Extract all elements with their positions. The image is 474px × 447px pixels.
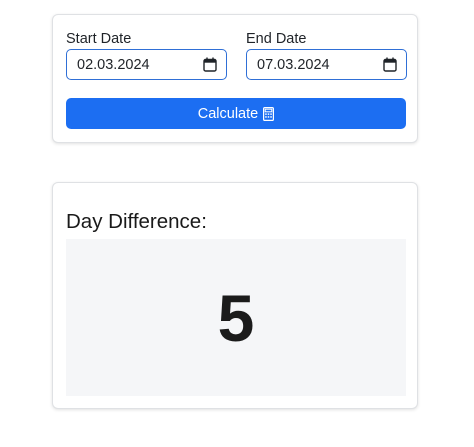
result-title: Day Difference: bbox=[66, 210, 207, 233]
day-difference-value: 5 bbox=[217, 280, 255, 355]
start-date-label: Start Date bbox=[66, 31, 132, 47]
end-date-input[interactable]: 07.03.2024 bbox=[246, 49, 407, 80]
date-input-card: Start Date 02.03.2024 End Date 07.03.202… bbox=[52, 14, 418, 143]
start-date-value: 02.03.2024 bbox=[77, 57, 150, 73]
end-date-label: End Date bbox=[246, 31, 307, 47]
result-card: Day Difference: 5 bbox=[52, 182, 418, 409]
calendar-icon[interactable] bbox=[203, 57, 217, 72]
start-date-field: Start Date 02.03.2024 bbox=[66, 30, 227, 80]
calculate-button-label: Calculate bbox=[197, 105, 259, 122]
end-date-value: 07.03.2024 bbox=[257, 57, 330, 73]
calendar-icon[interactable] bbox=[383, 57, 397, 72]
start-date-input[interactable]: 02.03.2024 bbox=[66, 49, 227, 80]
result-panel: 5 bbox=[66, 239, 406, 396]
end-date-field: End Date 07.03.2024 bbox=[246, 30, 407, 80]
calculator-icon bbox=[263, 106, 275, 121]
calculate-button[interactable]: Calculate bbox=[66, 98, 406, 129]
